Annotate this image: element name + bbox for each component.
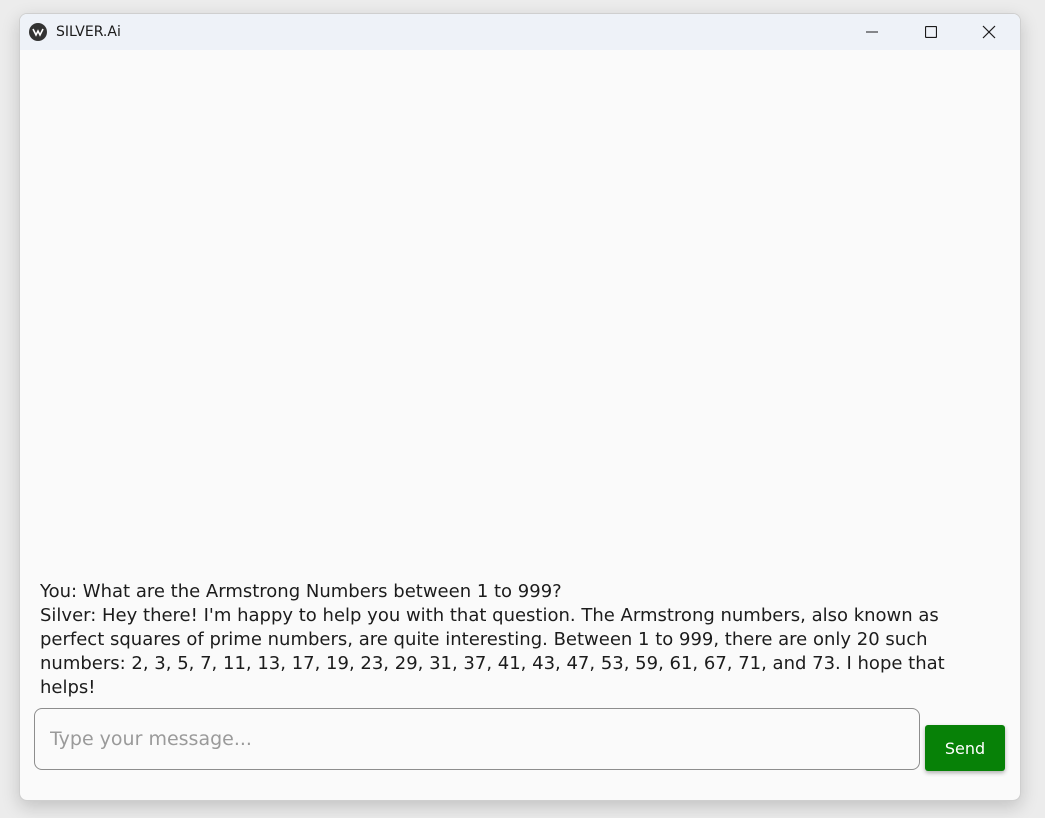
app-logo-icon — [29, 23, 47, 41]
minimize-icon — [866, 31, 878, 33]
window-title: SILVER.Ai — [56, 24, 121, 40]
maximize-button[interactable] — [908, 14, 954, 50]
app-window: SILVER.Ai You: What are the Armstrong Nu… — [19, 13, 1021, 801]
chat-log: You: What are the Armstrong Numbers betw… — [40, 580, 1000, 700]
close-button[interactable] — [966, 14, 1012, 50]
maximize-icon — [925, 26, 937, 38]
close-icon — [982, 25, 996, 39]
send-button[interactable]: Send — [925, 725, 1005, 771]
user-message: You: What are the Armstrong Numbers betw… — [40, 581, 562, 602]
title-bar[interactable]: SILVER.Ai — [20, 14, 1020, 50]
minimize-button[interactable] — [849, 14, 895, 50]
assistant-message: Silver: Hey there! I'm happy to help you… — [40, 605, 945, 698]
message-input[interactable] — [34, 708, 920, 770]
